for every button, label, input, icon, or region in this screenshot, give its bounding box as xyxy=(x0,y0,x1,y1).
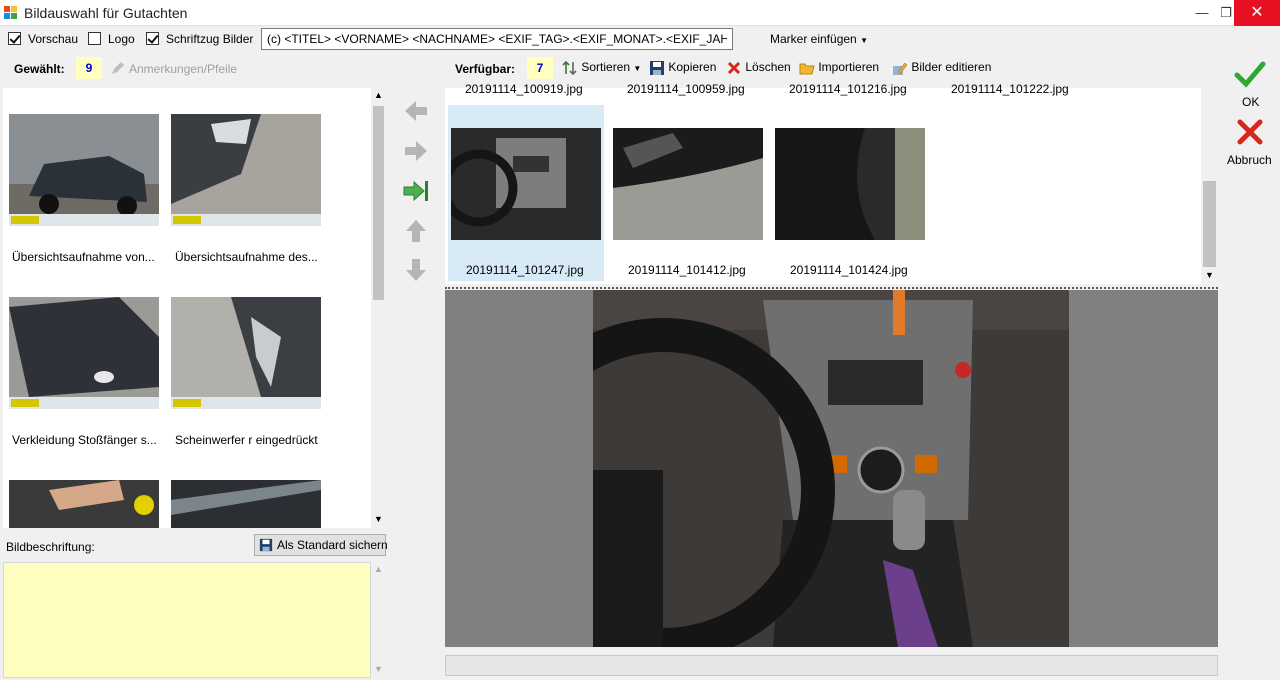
cancel-x-icon[interactable] xyxy=(1236,118,1264,146)
caption-label: Bildbeschriftung: xyxy=(6,540,95,554)
partial-file-4: 20191114_101222.jpg xyxy=(951,82,1069,96)
delete-button[interactable]: Löschen xyxy=(726,60,791,76)
selected-images-list[interactable]: Übersichtsaufnahme von... Übersichtsaufn… xyxy=(3,88,386,528)
image-preview xyxy=(445,290,1218,647)
scroll-down-icon[interactable]: ▼ xyxy=(374,664,383,674)
selected-caption-4: Scheinwerfer r eingedrückt xyxy=(175,433,318,447)
available-file-name: 20191114_101424.jpg xyxy=(790,263,908,277)
selected-count: 9 xyxy=(76,57,102,79)
available-item-3[interactable]: 20191114_101424.jpg xyxy=(772,105,928,281)
scroll-up-icon[interactable]: ▲ xyxy=(374,564,383,574)
annotation-pen-icon xyxy=(112,62,124,74)
chevron-down-icon: ▼ xyxy=(633,64,642,74)
logo-checkbox[interactable] xyxy=(88,32,101,45)
available-images-list[interactable]: 20191114_100919.jpg 20191114_100959.jpg … xyxy=(445,82,1218,284)
selected-caption-1: Übersichtsaufnahme von... xyxy=(12,250,155,264)
partial-file-2: 20191114_100959.jpg xyxy=(627,82,745,96)
selected-list-scrollbar[interactable]: ▲ ▼ xyxy=(371,88,386,528)
partial-file-3: 20191114_101216.jpg xyxy=(789,82,907,96)
bumper-photo xyxy=(9,297,159,409)
available-item-2[interactable]: 20191114_101412.jpg xyxy=(610,105,766,281)
status-bar xyxy=(445,655,1218,676)
arrow-up-icon[interactable] xyxy=(402,217,430,245)
cancel-button[interactable]: Abbruch xyxy=(1227,153,1272,167)
ok-button[interactable]: OK xyxy=(1242,95,1259,109)
minimize-button[interactable]: — xyxy=(1192,4,1212,22)
edit-images-button[interactable]: Bilder editieren xyxy=(892,60,991,76)
tire-photo xyxy=(775,128,925,240)
folder-open-icon xyxy=(799,63,815,75)
available-item-1[interactable]: 20191114_101247.jpg xyxy=(448,105,604,281)
scroll-down-icon[interactable]: ▼ xyxy=(1205,270,1214,280)
window-title: Bildauswahl für Gutachten xyxy=(24,5,188,21)
sort-icon xyxy=(562,60,577,76)
dashboard-photo xyxy=(451,128,601,240)
marker-label: Marker einfügen xyxy=(770,32,857,46)
selected-label: Gewählt: xyxy=(14,62,65,76)
body-photo xyxy=(171,480,321,528)
selected-thumb-4[interactable] xyxy=(171,297,321,409)
headlight-damage-photo xyxy=(171,297,321,409)
selected-thumb-3[interactable] xyxy=(9,297,159,409)
selected-thumb-6[interactable] xyxy=(171,480,321,528)
import-button[interactable]: Importieren xyxy=(799,60,879,76)
wheel-photo xyxy=(613,128,763,240)
arrow-add-all-icon[interactable] xyxy=(402,177,430,205)
caption-scrollbar[interactable]: ▲ ▼ xyxy=(371,562,386,678)
dashboard-preview-photo xyxy=(593,290,1069,647)
car-front-photo xyxy=(9,114,159,226)
partial-file-1: 20191114_100919.jpg xyxy=(465,82,583,96)
arrow-left-icon[interactable] xyxy=(402,97,430,125)
annotations-button[interactable]: Anmerkungen/Pfeile xyxy=(129,62,237,76)
available-file-name: 20191114_101247.jpg xyxy=(466,263,584,277)
headlight-photo xyxy=(171,114,321,226)
preview-checkbox[interactable] xyxy=(8,32,21,45)
available-label: Verfügbar: xyxy=(455,62,516,76)
delete-label: Löschen xyxy=(745,60,791,75)
caption-textarea[interactable] xyxy=(3,562,371,678)
copy-label: Kopieren xyxy=(668,60,717,75)
arrow-right-icon[interactable] xyxy=(402,137,430,165)
selected-thumb-2[interactable] xyxy=(171,114,321,226)
selected-thumb-5[interactable] xyxy=(9,480,159,528)
scrollbar-thumb[interactable] xyxy=(1203,181,1216,267)
selected-thumb-1[interactable] xyxy=(9,114,159,226)
edit-images-label: Bilder editieren xyxy=(911,60,992,75)
available-file-name: 20191114_101412.jpg xyxy=(628,263,746,277)
selected-caption-2: Übersichtsaufnahme des... xyxy=(175,250,318,264)
save-default-button[interactable]: Als Standard sichern xyxy=(254,534,388,556)
maximize-button[interactable]: ❐ xyxy=(1216,4,1236,22)
logo-label: Logo xyxy=(108,32,135,46)
close-button[interactable]: ✕ xyxy=(1234,0,1280,26)
engine-photo xyxy=(9,480,159,528)
chevron-down-icon: ▼ xyxy=(860,36,868,45)
edit-pencil-icon xyxy=(893,62,908,75)
save-default-label: Als Standard sichern xyxy=(277,538,388,552)
title-bar: Bildauswahl für Gutachten — ❐ ✕ xyxy=(0,0,1280,26)
selected-caption-3: Verkleidung Stoßfänger s... xyxy=(12,433,157,447)
watermark-label: Schriftzug Bilder xyxy=(166,32,254,46)
watermark-checkbox[interactable] xyxy=(146,32,159,45)
arrow-down-icon[interactable] xyxy=(402,256,430,284)
pattern-input[interactable] xyxy=(261,28,733,50)
save-disk-icon xyxy=(259,538,273,552)
scroll-up-icon[interactable]: ▲ xyxy=(374,90,383,100)
splitter[interactable] xyxy=(445,287,1218,289)
import-label: Importieren xyxy=(818,60,880,75)
app-icon xyxy=(4,6,17,19)
marker-dropdown[interactable]: Marker einfügen ▼ xyxy=(770,32,868,46)
available-count: 7 xyxy=(527,57,553,79)
sort-button[interactable]: Sortieren ▼ xyxy=(562,60,641,76)
available-list-scrollbar[interactable]: ▼ xyxy=(1201,88,1218,284)
scrollbar-thumb[interactable] xyxy=(373,106,384,300)
ok-check-icon[interactable] xyxy=(1234,60,1266,88)
copy-button[interactable]: Kopieren xyxy=(649,60,716,76)
sort-label: Sortieren xyxy=(581,60,631,75)
delete-x-icon xyxy=(727,61,741,75)
preview-label: Vorschau xyxy=(28,32,79,46)
scroll-down-icon[interactable]: ▼ xyxy=(374,514,383,524)
save-disk-icon xyxy=(650,61,664,75)
